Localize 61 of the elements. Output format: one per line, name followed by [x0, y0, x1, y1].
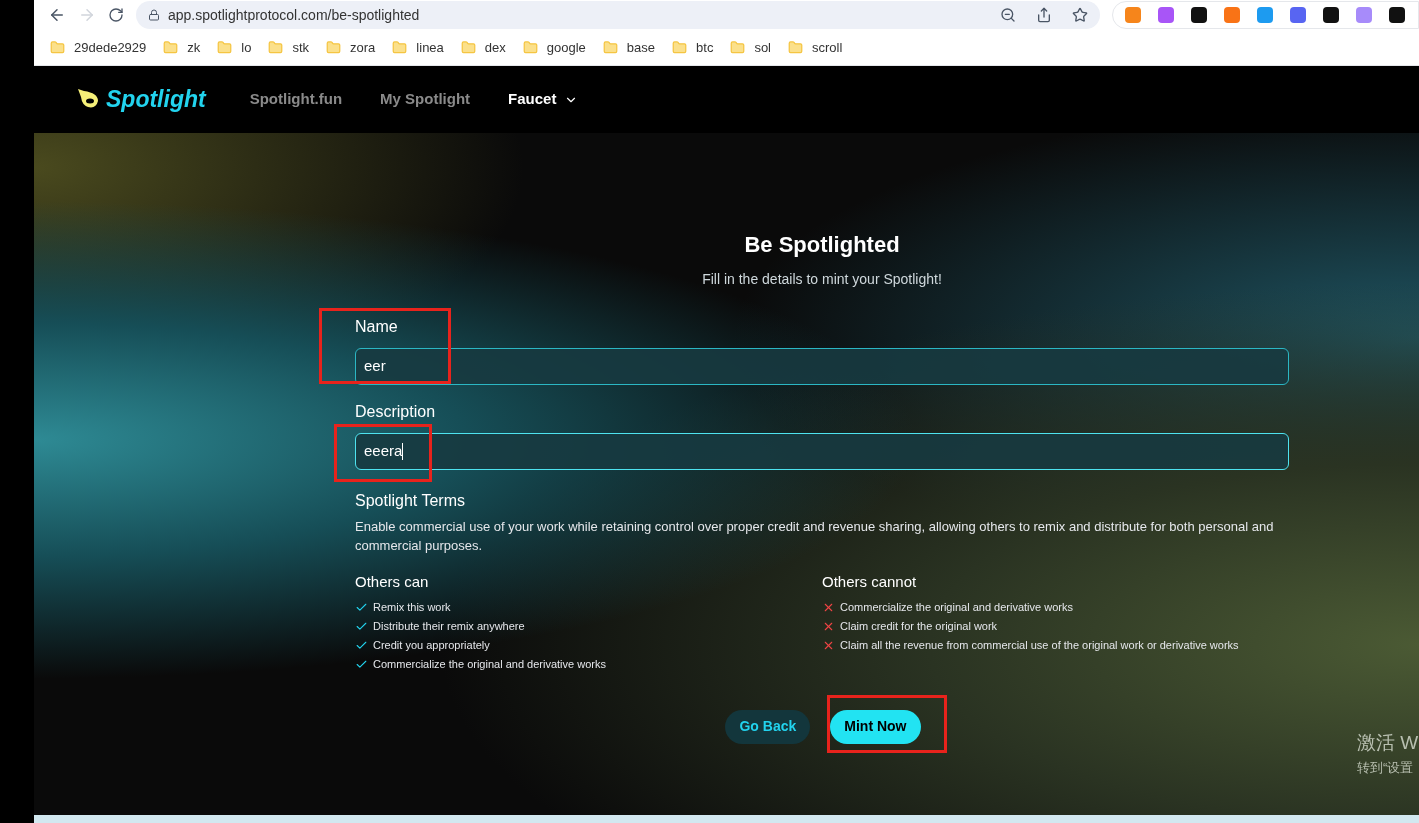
folder-icon: [672, 40, 688, 55]
nav-link[interactable]: Faucet: [508, 88, 579, 111]
activation-notice: 激活 W: [1357, 731, 1419, 755]
bookmark[interactable]: 29dede2929: [50, 37, 147, 58]
terms-item: Credit you appropriately: [373, 637, 490, 653]
terms-column-title: Others can: [355, 572, 430, 592]
folder-icon: [326, 40, 342, 55]
folder-icon: [217, 40, 233, 55]
terms-item: Distribute their remix anywhere: [373, 618, 525, 634]
terms-item: Claim all the revenue from commercial use of the original work or derivative works: [840, 637, 1239, 653]
folder-icon: [268, 40, 284, 55]
folder-icon: [788, 40, 803, 55]
page-title: Be Spotlighted: [743, 231, 901, 259]
field-label: Description: [355, 403, 436, 421]
nav-link[interactable]: My Spotlight: [380, 88, 471, 111]
extension-icon[interactable]: [1389, 7, 1405, 23]
bookmark[interactable]: scroll: [788, 37, 843, 58]
terms-item: Commercialize the original and derivative works: [373, 656, 606, 672]
text-field[interactable]: eeera: [355, 433, 1289, 470]
url-text: app.spotlightprotocol.com/be-spotlighted: [168, 5, 421, 25]
folder-icon: [730, 40, 746, 55]
address-bar[interactable]: app.spotlightprotocol.com/be-spotlighted: [136, 1, 1100, 29]
bookmark[interactable]: lo: [217, 37, 252, 58]
bookmark[interactable]: stk: [268, 37, 310, 58]
bookmark[interactable]: base: [602, 37, 656, 58]
folder-icon: [602, 40, 618, 55]
terms-item: Remix this work: [373, 599, 451, 615]
text-field[interactable]: eer: [355, 348, 1289, 385]
folder-icon: [392, 40, 408, 55]
folder-icon: [50, 40, 65, 55]
bookmark[interactable]: zk: [163, 37, 201, 58]
logo-text[interactable]: Spotlight: [106, 82, 206, 117]
nav-link[interactable]: Spotlight.fun: [249, 88, 343, 111]
terms-item: Commercialize the original and derivative works: [840, 599, 1073, 615]
mint-button[interactable]: Mint Now: [830, 709, 921, 744]
bookmark[interactable]: sol: [730, 37, 771, 58]
extension-icon[interactable]: [1323, 7, 1339, 23]
text-cursor: [402, 443, 404, 460]
folder-icon: [163, 40, 179, 55]
reload-icon[interactable]: [108, 7, 124, 23]
bookmark[interactable]: google: [522, 37, 586, 58]
page-subtitle: Fill in the details to mint your Spotlight!: [701, 270, 943, 289]
zoom-icon[interactable]: [1000, 7, 1016, 23]
terms-title: Spotlight Terms: [355, 491, 466, 511]
back-button[interactable]: Go Back: [725, 709, 811, 744]
bookmark[interactable]: zora: [326, 37, 376, 58]
lock-icon: [148, 9, 160, 21]
activation-notice: 转到“设置: [1357, 758, 1415, 777]
terms-text: Enable commercial use of your work while retaining control over proper credit and revenue sharing, allowing others to remix and distribute for both personal and commercial purposes.: [355, 518, 1275, 555]
bookmark[interactable]: btc: [672, 37, 714, 58]
terms-column-title: Others cannot: [822, 572, 918, 592]
folder-icon: [522, 40, 538, 55]
field-label: Name: [355, 318, 398, 336]
bookmark[interactable]: linea: [392, 37, 444, 58]
folder-icon: [460, 40, 476, 55]
bookmark[interactable]: dex: [460, 37, 506, 58]
back-icon[interactable]: [48, 6, 66, 24]
star-icon[interactable]: [1072, 7, 1088, 23]
extension-icon[interactable]: [1191, 7, 1207, 23]
terms-item: Claim credit for the original work: [840, 618, 998, 634]
share-icon[interactable]: [1036, 7, 1052, 23]
